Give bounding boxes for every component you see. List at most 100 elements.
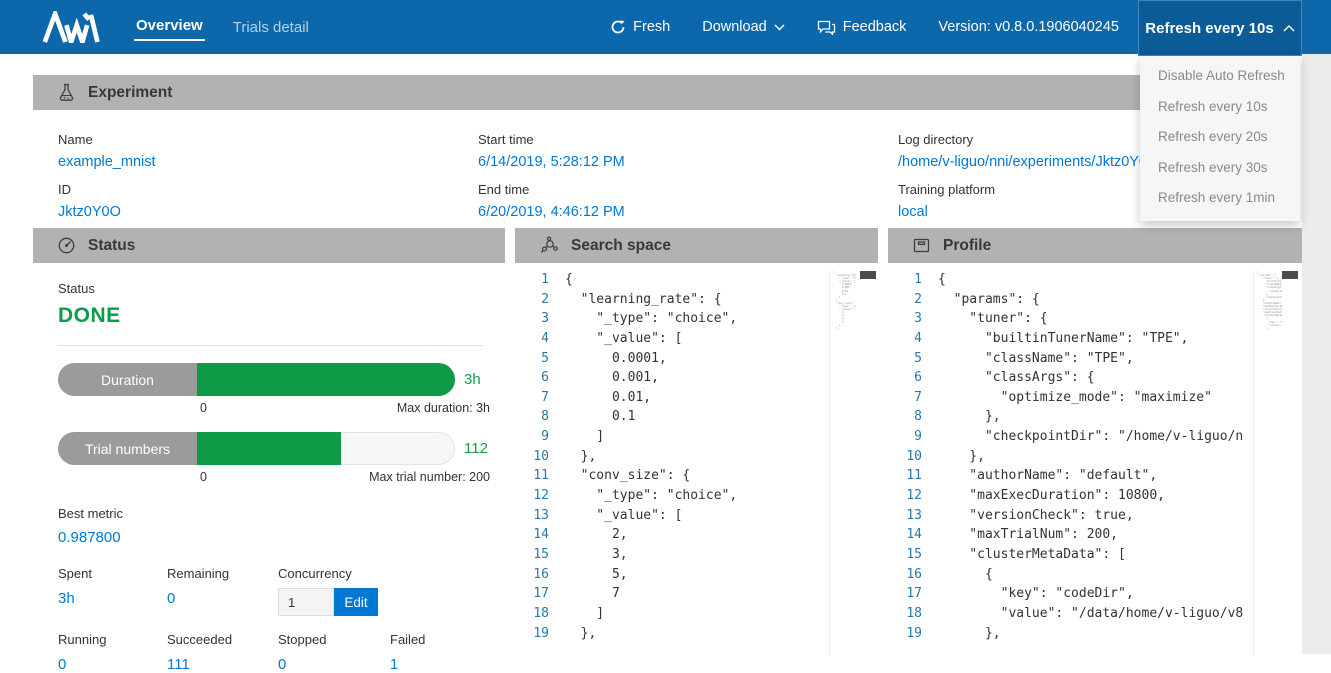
code-line-row: 4 "builtinTunerName": "TPE", [888, 329, 1244, 349]
experiment-field: ID Jktz0Y0O [58, 170, 478, 220]
counter-cell: Stopped 0 [278, 632, 390, 673]
progress-bar-track [197, 363, 455, 396]
fresh-button[interactable]: Fresh [610, 19, 670, 35]
download-label: Download [702, 19, 767, 35]
line-number: 11 [888, 466, 922, 486]
refresh-icon [610, 19, 626, 35]
feedback-button[interactable]: Feedback [817, 19, 907, 35]
counter-label: Succeeded [167, 632, 278, 647]
search-space-panel: Search space 1 { 2 "learning_rate": { 3 … [515, 228, 878, 654]
code-line-row: 18 ] [515, 604, 844, 624]
line-number: 7 [515, 388, 549, 408]
line-number: 18 [888, 604, 922, 624]
scrollbar-handle[interactable] [860, 271, 876, 279]
code-line: "maxExecDuration": 10800, [922, 486, 1244, 506]
code-line-row: 13 "_value": [ [515, 506, 844, 526]
progress-bar-min: 0 [200, 401, 207, 415]
line-number: 2 [888, 290, 922, 310]
refresh-interval-button[interactable]: Refresh every 10s [1138, 0, 1302, 56]
best-metric-label: Best metric [58, 506, 491, 521]
feedback-label: Feedback [843, 19, 907, 35]
counter-label: Failed [390, 632, 491, 647]
line-number: 17 [515, 584, 549, 604]
field-value: Jktz0Y0O [58, 204, 478, 220]
experiment-fields: Name example_mnist ID Jktz0Y0O Start tim… [33, 110, 1298, 228]
graph-icon [539, 236, 559, 255]
counter-value: 111 [167, 656, 278, 673]
code-line-row: 16 { [888, 565, 1244, 585]
progress-bar-block: Trial numbers 112 0 Max trial number: 20… [58, 432, 491, 484]
stats-row: Spent 3h Remaining 0 Concurrency Edit [58, 566, 491, 616]
profile-panel-header: Profile [888, 228, 1302, 263]
field-value: 6/20/2019, 4:46:12 PM [478, 204, 898, 220]
field-value: 6/14/2019, 5:28:12 PM [478, 154, 898, 170]
nav-actions: Fresh Download Feedback Version: v0.8.0.… [610, 19, 1119, 35]
code-line: "_type": "choice", [549, 309, 844, 329]
code-line-row: 6 0.001, [515, 368, 844, 388]
progress-bar-max: Max trial number: 200 [369, 470, 490, 484]
concurrency-cell: Concurrency Edit [278, 566, 491, 616]
tab-trials-detail[interactable]: Trials detail [231, 15, 311, 40]
code-line-row: 1 { [888, 270, 1244, 290]
code-line: 2, [549, 525, 844, 545]
field-label: Name [58, 132, 478, 147]
code-line: }, [549, 447, 844, 467]
minimap[interactable]: { "params": { "tuner": { "builtinTunerNa… [1253, 271, 1282, 654]
code-line-row: 13 "versionCheck": true, [888, 506, 1244, 526]
counter-cell: Succeeded 111 [167, 632, 278, 673]
refresh-menu-item[interactable]: Refresh every 20s [1140, 122, 1300, 153]
profile-panel-title: Profile [943, 237, 991, 255]
scrollbar-handle[interactable] [1282, 271, 1298, 279]
nni-logo [40, 11, 106, 43]
status-label: Status [58, 281, 491, 296]
line-number: 11 [515, 466, 549, 486]
refresh-menu-item[interactable]: Disable Auto Refresh [1140, 61, 1300, 92]
line-number: 3 [888, 309, 922, 329]
code-line-row: 16 5, [515, 565, 844, 585]
field-label: ID [58, 182, 478, 197]
profile-editor[interactable]: 1 { 2 "params": { 3 "tuner": { 4 "builti… [888, 263, 1302, 654]
code-line: "learning_rate": { [549, 290, 844, 310]
progress-bar-label: Duration [58, 363, 197, 396]
line-number: 15 [888, 545, 922, 565]
feedback-icon [817, 19, 836, 35]
line-number: 6 [515, 368, 549, 388]
profile-panel: Profile 1 { 2 "params": { 3 "tuner": { [888, 228, 1302, 654]
tab-overview[interactable]: Overview [134, 13, 205, 41]
counter-cell: Running 0 [58, 632, 167, 673]
code-line-row: 2 "params": { [888, 290, 1244, 310]
concurrency-input[interactable] [278, 588, 334, 616]
code-line-row: 7 0.01, [515, 388, 844, 408]
refresh-menu-item[interactable]: Refresh every 1min [1140, 183, 1300, 214]
code-line: "key": "codeDir", [922, 584, 1244, 604]
divider [58, 345, 483, 346]
code-line: 3, [549, 545, 844, 565]
line-number: 9 [888, 427, 922, 447]
line-number: 1 [515, 270, 549, 290]
refresh-menu-item[interactable]: Refresh every 30s [1140, 153, 1300, 184]
best-metric-value: 0.987800 [58, 529, 491, 546]
experiment-field: Start time 6/14/2019, 5:28:12 PM [478, 120, 898, 170]
concurrency-edit-button[interactable]: Edit [334, 588, 378, 616]
minimap[interactable]: { "learning_rate": { "_type": "choice", … [829, 271, 856, 654]
code-line-row: 5 "className": "TPE", [888, 349, 1244, 369]
download-button[interactable]: Download [702, 19, 785, 35]
code-line-row: 14 2, [515, 525, 844, 545]
code-line-row: 3 "tuner": { [888, 309, 1244, 329]
progress-bars: Duration 3h 0 Max duration: 3h [58, 363, 491, 484]
code-line-row: 5 0.0001, [515, 349, 844, 369]
trial-counters: Running 0 Succeeded 111 Stopped 0 Failed… [58, 632, 491, 673]
search-space-editor[interactable]: 1 { 2 "learning_rate": { 3 "_type": "cho… [515, 263, 878, 654]
line-number: 18 [515, 604, 549, 624]
code-line-row: 17 "key": "codeDir", [888, 584, 1244, 604]
code-lines: 1 { 2 "params": { 3 "tuner": { 4 "builti… [888, 270, 1244, 643]
line-number: 5 [515, 349, 549, 369]
line-number: 4 [888, 329, 922, 349]
line-number: 15 [515, 545, 549, 565]
code-line: ] [549, 604, 844, 624]
line-number: 8 [888, 407, 922, 427]
code-line-row: 19 }, [888, 624, 1244, 644]
code-line-row: 11 "conv_size": { [515, 466, 844, 486]
refresh-menu-item[interactable]: Refresh every 10s [1140, 92, 1300, 123]
experiment-panel: Experiment Name example_mnist ID Jktz0Y0… [33, 75, 1298, 228]
